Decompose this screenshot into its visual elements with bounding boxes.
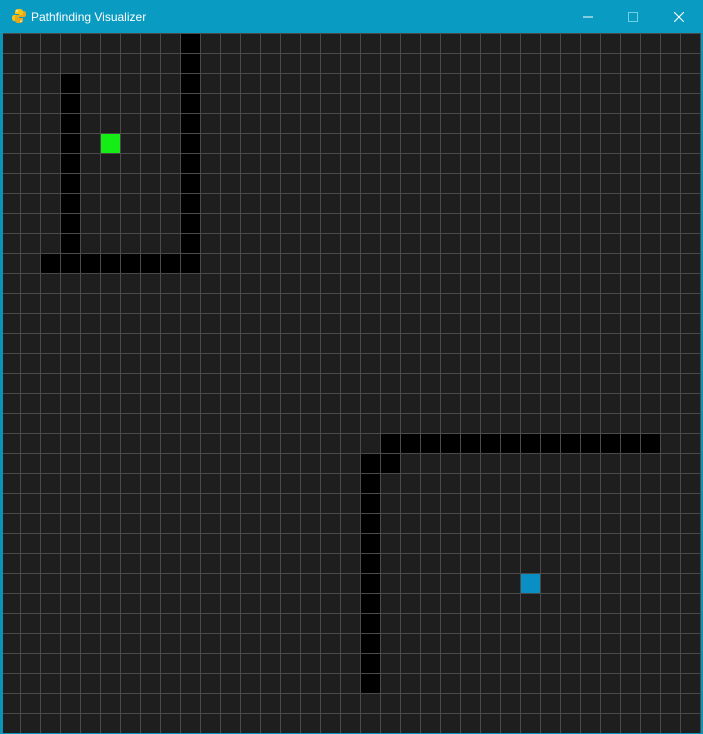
pathfinding-grid[interactable]: [3, 33, 701, 733]
wall-cell[interactable]: [360, 553, 380, 573]
wall-cell[interactable]: [180, 173, 200, 193]
wall-cell[interactable]: [120, 253, 140, 273]
wall-cell[interactable]: [360, 453, 380, 473]
wall-cell[interactable]: [600, 433, 620, 453]
wall-cell[interactable]: [580, 433, 600, 453]
wall-cell[interactable]: [160, 253, 180, 273]
wall-cell[interactable]: [180, 153, 200, 173]
wall-cell[interactable]: [360, 633, 380, 653]
wall-cell[interactable]: [480, 433, 500, 453]
wall-cell[interactable]: [60, 93, 80, 113]
wall-cell[interactable]: [520, 433, 540, 453]
wall-cell[interactable]: [140, 253, 160, 273]
wall-cell[interactable]: [360, 533, 380, 553]
wall-cell[interactable]: [400, 433, 420, 453]
wall-cell[interactable]: [440, 433, 460, 453]
wall-cell[interactable]: [360, 653, 380, 673]
wall-cell[interactable]: [360, 473, 380, 493]
wall-cell[interactable]: [180, 133, 200, 153]
wall-cell[interactable]: [40, 253, 60, 273]
wall-cell[interactable]: [640, 433, 660, 453]
wall-cell[interactable]: [180, 53, 200, 73]
close-button[interactable]: [656, 0, 702, 33]
wall-cell[interactable]: [360, 593, 380, 613]
wall-cell[interactable]: [180, 233, 200, 253]
wall-cell[interactable]: [620, 433, 640, 453]
wall-cell[interactable]: [380, 433, 400, 453]
wall-cell[interactable]: [60, 133, 80, 153]
wall-cell[interactable]: [420, 433, 440, 453]
wall-cell[interactable]: [180, 73, 200, 93]
minimize-icon: [583, 16, 593, 17]
close-icon: [674, 11, 684, 22]
start-node[interactable]: [100, 133, 120, 153]
wall-cell[interactable]: [60, 113, 80, 133]
wall-cell[interactable]: [180, 33, 200, 53]
wall-cell[interactable]: [360, 613, 380, 633]
python-snake-icon: [12, 9, 26, 23]
wall-cell[interactable]: [60, 173, 80, 193]
wall-cell[interactable]: [540, 433, 560, 453]
wall-cell[interactable]: [360, 573, 380, 593]
wall-cell[interactable]: [180, 213, 200, 233]
end-node[interactable]: [520, 573, 540, 593]
wall-cell[interactable]: [80, 253, 100, 273]
wall-cell[interactable]: [460, 433, 480, 453]
wall-cell[interactable]: [560, 433, 580, 453]
wall-cell[interactable]: [60, 253, 80, 273]
wall-cell[interactable]: [180, 253, 200, 273]
wall-cell[interactable]: [360, 513, 380, 533]
minimize-button[interactable]: [565, 0, 611, 33]
wall-cell[interactable]: [380, 453, 400, 473]
wall-cell[interactable]: [180, 113, 200, 133]
maximize-icon: [628, 11, 638, 22]
grid-canvas-area[interactable]: [3, 33, 701, 733]
wall-cell[interactable]: [180, 193, 200, 213]
window-title: Pathfinding Visualizer: [31, 10, 147, 24]
wall-cell[interactable]: [60, 153, 80, 173]
wall-cell[interactable]: [360, 673, 380, 693]
wall-cell[interactable]: [180, 93, 200, 113]
wall-cell[interactable]: [60, 193, 80, 213]
maximize-button[interactable]: [610, 0, 656, 33]
wall-cell[interactable]: [100, 253, 120, 273]
wall-cell[interactable]: [500, 433, 520, 453]
wall-cell[interactable]: [60, 213, 80, 233]
wall-cell[interactable]: [360, 493, 380, 513]
wall-cell[interactable]: [60, 73, 80, 93]
title-bar[interactable]: Pathfinding Visualizer: [0, 0, 703, 33]
wall-cell[interactable]: [60, 233, 80, 253]
